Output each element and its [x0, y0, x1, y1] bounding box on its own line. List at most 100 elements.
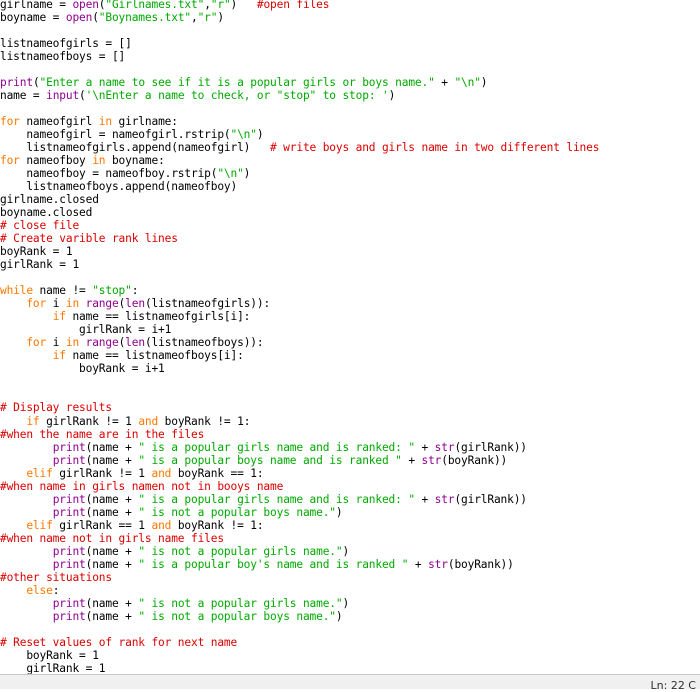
code-token: "\n": [230, 128, 257, 142]
code-token: +: [414, 440, 435, 454]
code-token: (girlRank)): [454, 492, 527, 506]
source-code-text[interactable]: girlname = open("Girlnames.txt","r") #op…: [0, 0, 599, 674]
code-token: ): [243, 167, 251, 181]
code-line: boyRank = i+1: [0, 362, 599, 375]
code-line: boyname = open("Boynames.txt","r"): [0, 11, 599, 24]
code-token: if: [52, 349, 66, 363]
code-line: girlname.closed: [0, 193, 599, 206]
code-token: str: [434, 440, 455, 454]
code-token: (boyRank)): [447, 557, 514, 571]
code-token: name !=: [32, 284, 93, 298]
code-token: print: [52, 492, 86, 506]
code-token: girlname:: [111, 115, 178, 129]
cursor-position-indicator: Ln: 22 C: [650, 679, 696, 692]
code-token: if: [52, 310, 66, 324]
code-token: len: [125, 336, 145, 350]
code-line: for i in range(len(listnameofboys)):: [0, 336, 599, 349]
code-token: and: [151, 466, 172, 480]
code-token: boyname.closed: [0, 206, 93, 220]
code-line: #when name in girls namen not in booys n…: [0, 480, 599, 493]
code-token: (name +: [85, 557, 139, 571]
code-token: print: [0, 76, 33, 90]
code-token: (name +: [85, 492, 139, 506]
code-token: print: [52, 440, 86, 454]
code-token: (boyRank)): [441, 453, 508, 467]
code-token: (listnameofgirls)):: [144, 297, 271, 311]
code-token: str: [434, 492, 455, 506]
code-token: (name +: [85, 440, 139, 454]
code-token: str: [421, 453, 442, 467]
code-line: print(name + " is not a popular girls na…: [0, 545, 599, 558]
code-token: listnameofgirls = []: [0, 37, 132, 51]
code-token: boyRank != 1:: [171, 518, 264, 532]
code-token: listnameofgirls.append(nameofgirl): [0, 141, 271, 155]
code-token: ,: [204, 0, 211, 11]
code-token: girlRank == 1: [52, 518, 152, 532]
code-token: " is a popular girls name and is ranked:…: [138, 440, 415, 454]
code-token: girlRank = 1: [0, 258, 80, 272]
code-token: # close file: [0, 219, 80, 233]
code-token: print: [52, 453, 86, 467]
code-line: girlRank = i+1: [0, 323, 599, 336]
code-line: listnameofboys.append(nameofboy): [0, 180, 599, 193]
code-token: ): [230, 0, 257, 11]
code-token: #when name in girls namen not in booys n…: [0, 479, 284, 493]
code-token: +: [414, 492, 435, 506]
code-token: "stop": [92, 284, 132, 298]
code-token: ): [342, 596, 350, 610]
code-token: print: [52, 596, 86, 610]
code-line: elif girlRank == 1 and boyRank != 1:: [0, 519, 599, 532]
code-token: girlRank != 1: [52, 466, 152, 480]
code-line: listnameofboys = []: [0, 50, 599, 63]
code-token: range: [85, 336, 119, 350]
code-token: +: [434, 76, 455, 90]
code-token: "Girlnames.txt": [105, 0, 205, 11]
code-token: # Reset values of rank for next name: [0, 635, 238, 649]
code-token: girlname =: [0, 0, 73, 11]
code-line: # Display results: [0, 401, 599, 414]
code-line: elif girlRank != 1 and boyRank == 1:: [0, 467, 599, 480]
code-token: nameofboy = nameofboy.rstrip(: [0, 167, 218, 181]
code-token: if: [26, 414, 40, 428]
code-token: +: [408, 557, 429, 571]
code-token: boyRank != 1:: [158, 414, 251, 428]
code-token: open: [65, 11, 93, 25]
code-token: print: [52, 557, 86, 571]
code-token: (: [92, 11, 99, 25]
code-token: elif: [26, 518, 53, 532]
code-token: " is a popular girls name and is ranked:…: [138, 492, 415, 506]
code-token: "r": [197, 11, 218, 25]
code-line: boyname.closed: [0, 206, 599, 219]
code-token: nameofgirl: [19, 115, 99, 129]
code-line: while name != "stop":: [0, 284, 599, 297]
code-token: (name +: [85, 453, 139, 467]
code-token: #when name not in girls name files: [0, 531, 224, 545]
code-editor-pane[interactable]: girlname = open("Girlnames.txt","r") #op…: [0, 0, 700, 674]
code-token: #when the name are in the files: [0, 427, 205, 441]
code-token: (: [79, 89, 86, 103]
code-token: ): [217, 11, 224, 25]
code-line: #other situations: [0, 571, 599, 584]
code-token: # write boys and girls name in two diffe…: [270, 141, 600, 155]
code-line: for nameofboy in boyname:: [0, 154, 599, 167]
code-line: nameofgirl = nameofgirl.rstrip("\n"): [0, 128, 599, 141]
code-token: girlname.closed: [0, 193, 99, 207]
code-line: print(name + " is a popular boy's name a…: [0, 558, 599, 571]
code-line: boyRank = 1: [0, 245, 599, 258]
code-line: nameofboy = nameofboy.rstrip("\n"): [0, 167, 599, 180]
code-line: print(name + " is a popular girls name a…: [0, 441, 599, 454]
code-token: for: [26, 297, 47, 311]
code-line: print(name + " is not a popular boys nam…: [0, 610, 599, 623]
